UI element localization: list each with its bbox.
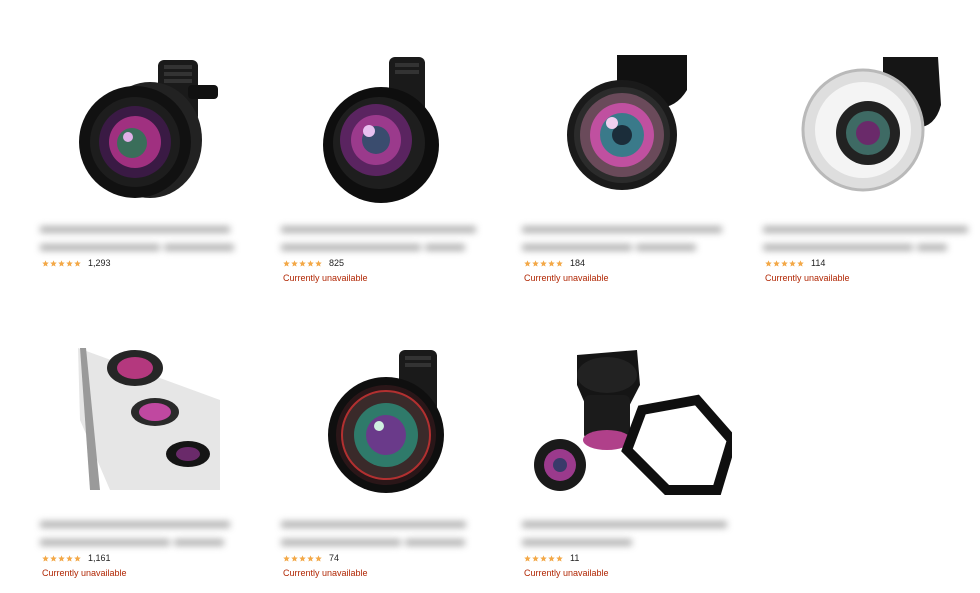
star-rating-icon <box>283 554 323 562</box>
star-icon <box>315 554 322 562</box>
star-icon <box>66 554 73 562</box>
product-image-lens-kit[interactable] <box>40 340 250 510</box>
availability-text: Currently unavailable <box>283 273 368 283</box>
rating-count[interactable]: 1,293 <box>88 258 111 268</box>
product-image-clip-lens[interactable] <box>281 340 491 510</box>
star-icon <box>524 259 531 267</box>
star-icon <box>50 554 57 562</box>
star-icon <box>532 259 539 267</box>
rating-count[interactable]: 74 <box>329 553 339 563</box>
availability-text: Currently unavailable <box>765 273 850 283</box>
star-rating-icon <box>42 259 82 267</box>
star-icon <box>42 554 49 562</box>
star-rating-icon <box>765 259 805 267</box>
star-icon <box>291 554 298 562</box>
product-image-lens-bracket[interactable] <box>522 340 732 510</box>
rating-count[interactable]: 1,161 <box>88 553 111 563</box>
rating-row: 114 <box>765 257 825 269</box>
star-icon <box>283 554 290 562</box>
star-icon <box>548 259 555 267</box>
star-rating-icon <box>524 554 564 562</box>
star-icon <box>556 259 563 267</box>
star-icon <box>540 554 547 562</box>
product-title-blurred[interactable] <box>40 518 245 548</box>
rating-row: 74 <box>283 552 339 564</box>
star-icon <box>58 259 65 267</box>
star-icon <box>307 259 314 267</box>
rating-count[interactable]: 184 <box>570 258 585 268</box>
star-icon <box>42 259 49 267</box>
product-title-blurred[interactable] <box>281 223 486 253</box>
star-icon <box>66 259 73 267</box>
availability-text: Currently unavailable <box>524 568 609 578</box>
star-icon <box>291 259 298 267</box>
availability-text: Currently unavailable <box>283 568 368 578</box>
product-title-blurred[interactable] <box>763 223 968 253</box>
product-image-clip-lens[interactable] <box>40 45 250 215</box>
star-icon <box>74 554 81 562</box>
rating-row: 1,293 <box>42 257 111 269</box>
star-icon <box>781 259 788 267</box>
star-icon <box>58 554 65 562</box>
star-icon <box>765 259 772 267</box>
rating-row: 184 <box>524 257 585 269</box>
star-icon <box>773 259 780 267</box>
star-icon <box>789 259 796 267</box>
star-icon <box>74 259 81 267</box>
star-icon <box>532 554 539 562</box>
star-icon <box>299 259 306 267</box>
rating-row: 1,161 <box>42 552 111 564</box>
product-title-blurred[interactable] <box>522 518 727 548</box>
rating-row: 825 <box>283 257 344 269</box>
product-image-clip-lens[interactable] <box>522 45 732 215</box>
star-icon <box>299 554 306 562</box>
availability-text: Currently unavailable <box>42 568 127 578</box>
star-icon <box>540 259 547 267</box>
product-title-blurred[interactable] <box>40 223 245 253</box>
star-icon <box>797 259 804 267</box>
star-icon <box>50 259 57 267</box>
product-image-clip-lens[interactable] <box>281 45 491 215</box>
rating-count[interactable]: 825 <box>329 258 344 268</box>
star-icon <box>556 554 563 562</box>
product-title-blurred[interactable] <box>522 223 727 253</box>
star-rating-icon <box>524 259 564 267</box>
star-icon <box>307 554 314 562</box>
availability-text: Currently unavailable <box>524 273 609 283</box>
rating-count[interactable]: 11 <box>570 553 579 563</box>
rating-row: 11 <box>524 552 579 564</box>
product-title-blurred[interactable] <box>281 518 486 548</box>
rating-count[interactable]: 114 <box>811 258 825 268</box>
product-image-clip-lens[interactable] <box>763 45 973 215</box>
star-icon <box>524 554 531 562</box>
star-icon <box>548 554 555 562</box>
star-icon <box>283 259 290 267</box>
star-icon <box>315 259 322 267</box>
star-rating-icon <box>42 554 82 562</box>
star-rating-icon <box>283 259 323 267</box>
